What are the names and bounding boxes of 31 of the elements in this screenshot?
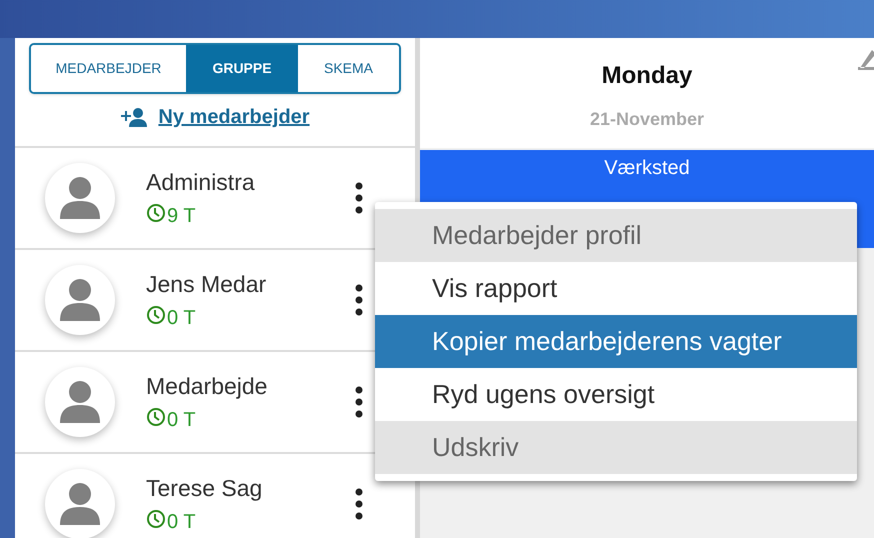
kebab-menu-icon bbox=[355, 284, 363, 316]
view-tab[interactable]: SKEMA bbox=[298, 45, 399, 92]
employee-name: Administra bbox=[146, 170, 256, 194]
person-icon bbox=[58, 175, 102, 221]
employee-name: Jens Medar bbox=[146, 272, 268, 296]
day-date: 21-November bbox=[590, 108, 704, 131]
view-tab[interactable]: GRUPPE bbox=[186, 45, 298, 92]
new-employee-link[interactable]: Ny medarbejder bbox=[120, 102, 310, 132]
clock-icon bbox=[146, 304, 166, 324]
clock-icon bbox=[146, 508, 166, 528]
hours-text: 0 T bbox=[167, 410, 196, 430]
menu-item[interactable]: Ryd ugens oversigt bbox=[375, 368, 857, 421]
person-icon bbox=[58, 277, 102, 323]
employee-name: Medarbejde bbox=[146, 374, 268, 398]
shift-title: Værksted bbox=[604, 156, 690, 181]
add-person-icon bbox=[120, 107, 148, 127]
hours-text: 9 T bbox=[167, 206, 196, 226]
clock-icon bbox=[146, 202, 166, 222]
kebab-menu-icon bbox=[355, 386, 363, 418]
clock-icon bbox=[146, 406, 166, 426]
kebab-menu-icon bbox=[355, 488, 363, 520]
hours-text: 0 T bbox=[167, 512, 196, 532]
day-name: Monday bbox=[602, 61, 692, 91]
menu-item[interactable]: Vis rapport bbox=[375, 262, 857, 315]
menu-item[interactable]: Kopier medarbejderens vagter bbox=[375, 315, 857, 368]
hours-text: 0 T bbox=[167, 308, 196, 328]
employee-name: Terese Sag bbox=[146, 476, 264, 500]
kebab-menu-icon bbox=[355, 182, 363, 214]
view-tab[interactable]: MEDARBEJDER bbox=[31, 45, 186, 92]
person-icon bbox=[58, 379, 102, 425]
person-icon bbox=[58, 481, 102, 527]
